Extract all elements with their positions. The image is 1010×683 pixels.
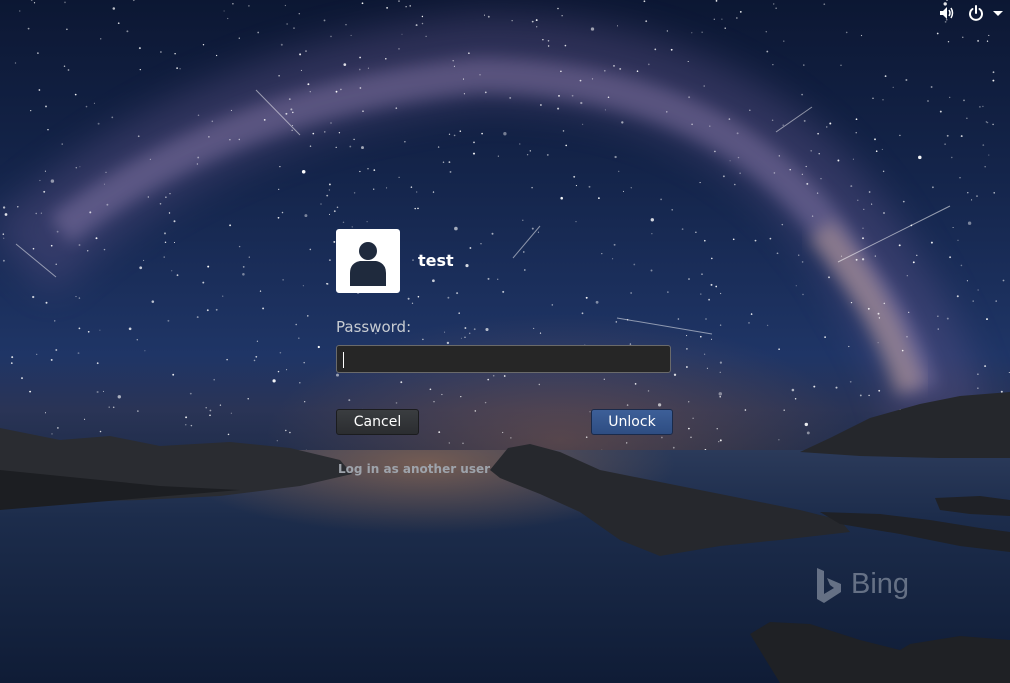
unlock-button[interactable]: Unlock	[591, 409, 673, 435]
log-in-as-another-user-link[interactable]: Log in as another user	[338, 462, 490, 476]
password-label: Password:	[336, 318, 412, 336]
bing-logo-icon	[817, 568, 841, 603]
login-dialog: test Password: Cancel Unlock Log in as a…	[336, 229, 674, 489]
user-avatar-icon	[336, 229, 400, 293]
volume-icon[interactable]	[938, 4, 956, 22]
chevron-down-icon[interactable]	[991, 4, 1005, 22]
lock-screen: test Password: Cancel Unlock Log in as a…	[0, 0, 1010, 683]
bing-watermark-text: Bing	[851, 568, 910, 600]
cancel-button[interactable]: Cancel	[336, 409, 419, 435]
power-icon[interactable]	[967, 4, 985, 22]
bing-watermark: Bing	[814, 566, 924, 606]
top-bar	[910, 0, 1010, 26]
password-field[interactable]	[336, 345, 671, 373]
text-caret	[343, 352, 344, 368]
user-name[interactable]: test	[418, 251, 454, 270]
